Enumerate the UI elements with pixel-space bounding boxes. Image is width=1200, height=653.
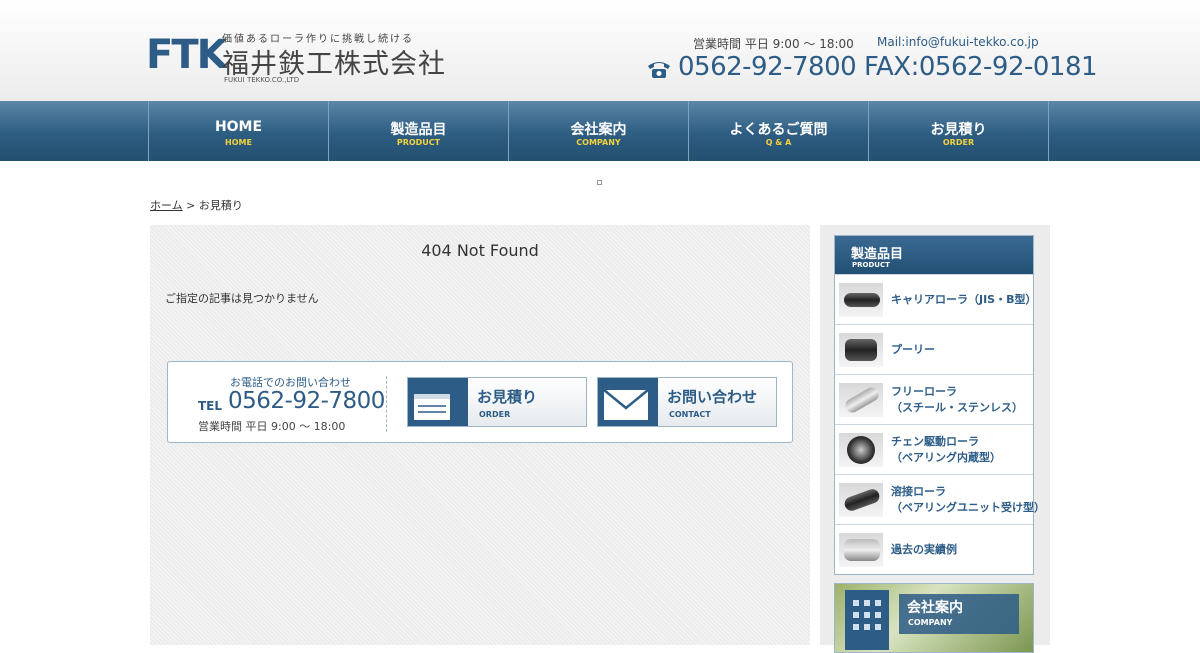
broken-image-placeholder [597,180,602,185]
document-icon [408,378,468,426]
nav-sublabel: HOME [225,138,252,147]
contact-button[interactable]: お問い合わせ CONTACT [597,377,777,427]
nav-label: 製造品目 [390,122,447,138]
product-thumbnail [839,533,883,567]
logo-mark: FTK [146,32,228,78]
sidebar-item-label: プーリー [891,343,935,356]
company-banner[interactable]: 会社案内 COMPANY [834,583,1034,653]
nav-item-company[interactable]: 会社案内 COMPANY [509,101,689,161]
nav-sublabel: ORDER [942,138,975,147]
main-content: 404 Not Found ご指定の記事は見つかりません お電話でのお問い合わせ… [150,225,810,645]
sidebar-products-header[interactable]: 製造品目 PRODUCT [835,236,1033,274]
sidebar-item-pulley[interactable]: プーリー [835,324,1033,374]
header-business-hours: 営業時間 平日 9:00 〜 18:00 [693,37,854,51]
product-thumbnail [839,333,883,367]
nav-label: HOME [214,119,263,135]
sidebar-item-label: 過去の実績例 [891,543,957,556]
building-icon [845,590,889,650]
nav-item-qa[interactable]: よくあるご質問 Q & A [689,101,869,161]
sidebar-item-label: キャリアローラ（JIS・B型） [891,293,1037,306]
company-banner-sublabel: COMPANY [908,618,953,627]
product-thumbnail [839,283,883,317]
sidebar-products-title: 製造品目 [851,247,904,262]
not-found-message: ご指定の記事は見つかりません [165,292,319,305]
sidebar: 製造品目 PRODUCT キャリアローラ（JIS・B型） プーリー フリーローラ… [820,225,1050,653]
nav-label: よくあるご質問 [729,122,828,138]
global-nav: HOME HOME 製造品目 PRODUCT 会社案内 COMPANY よくある… [0,101,1200,161]
sidebar-item-welded-roller[interactable]: 溶接ローラ （ベアリングユニット受け型） [835,474,1045,524]
site-header: FTK 価値あるローラ作りに挑戦し続ける 福井鉄工株式会社 FUKUI TEKK… [0,0,1200,101]
company-banner-label: 会社案内 [907,600,963,616]
contact-box: お電話でのお問い合わせ TEL 0562-92-7800 営業時間 平日 9:0… [167,361,793,443]
breadcrumb-current: お見積り [198,199,243,212]
order-button-label: お見積り [477,388,538,406]
sidebar-item-past-works[interactable]: 過去の実績例 [835,524,1033,574]
product-thumbnail [839,383,883,417]
order-button[interactable]: お見積り ORDER [407,377,587,427]
sidebar-products: 製造品目 PRODUCT キャリアローラ（JIS・B型） プーリー フリーローラ… [834,235,1045,575]
sidebar-item-label: 溶接ローラ （ベアリングユニット受け型） [891,485,1045,514]
sidebar-item-free-roller[interactable]: フリーローラ （スチール・ステンレス） [835,374,1033,424]
page-title: 404 Not Found [421,241,539,260]
phone-icon [646,59,672,79]
nav-item-order[interactable]: お見積り ORDER [869,101,1049,161]
product-thumbnail [839,483,883,517]
contact-button-sublabel: CONTACT [669,410,711,419]
nav-item-product[interactable]: 製造品目 PRODUCT [329,101,509,161]
header-tel-fax: 0562-92-7800 FAX:0562-92-0181 [678,52,1098,82]
header-email[interactable]: Mail:info@fukui-tekko.co.jp [877,35,1039,49]
sidebar-products-subtitle: PRODUCT [852,261,890,269]
tel-prefix: TEL [198,399,223,413]
breadcrumb: ホーム > お見積り [150,197,243,213]
breadcrumb-home-link[interactable]: ホーム [150,199,183,212]
product-thumbnail [839,433,883,467]
breadcrumb-separator: > [182,199,199,212]
nav-sublabel: COMPANY [576,138,621,147]
site-logo[interactable]: FTK 価値あるローラ作りに挑戦し続ける 福井鉄工株式会社 FUKUI TEKK… [146,30,456,90]
nav-label: 会社案内 [570,122,627,138]
envelope-icon [598,378,658,426]
sidebar-item-label: チェン駆動ローラ （ベアリング内蔵型） [891,435,1001,464]
nav-label: お見積り [930,122,987,138]
sidebar-item-chain-roller[interactable]: チェン駆動ローラ （ベアリング内蔵型） [835,424,1033,474]
company-banner-label-box: 会社案内 COMPANY [899,594,1019,634]
company-name-en: FUKUI TEKKO.CO.,LTD [224,76,300,84]
nav-item-home[interactable]: HOME HOME [149,101,329,161]
order-button-sublabel: ORDER [479,410,511,419]
nav-sublabel: PRODUCT [396,138,441,147]
nav-sublabel: Q & A [765,138,792,147]
sidebar-item-carrier-roller[interactable]: キャリアローラ（JIS・B型） [835,274,1037,324]
contact-hours: 営業時間 平日 9:00 〜 18:00 [198,420,346,433]
divider [386,376,387,432]
contact-tel: 0562-92-7800 [228,388,385,414]
contact-button-label: お問い合わせ [667,388,758,406]
sidebar-item-label: フリーローラ （スチール・ステンレス） [891,385,1023,414]
